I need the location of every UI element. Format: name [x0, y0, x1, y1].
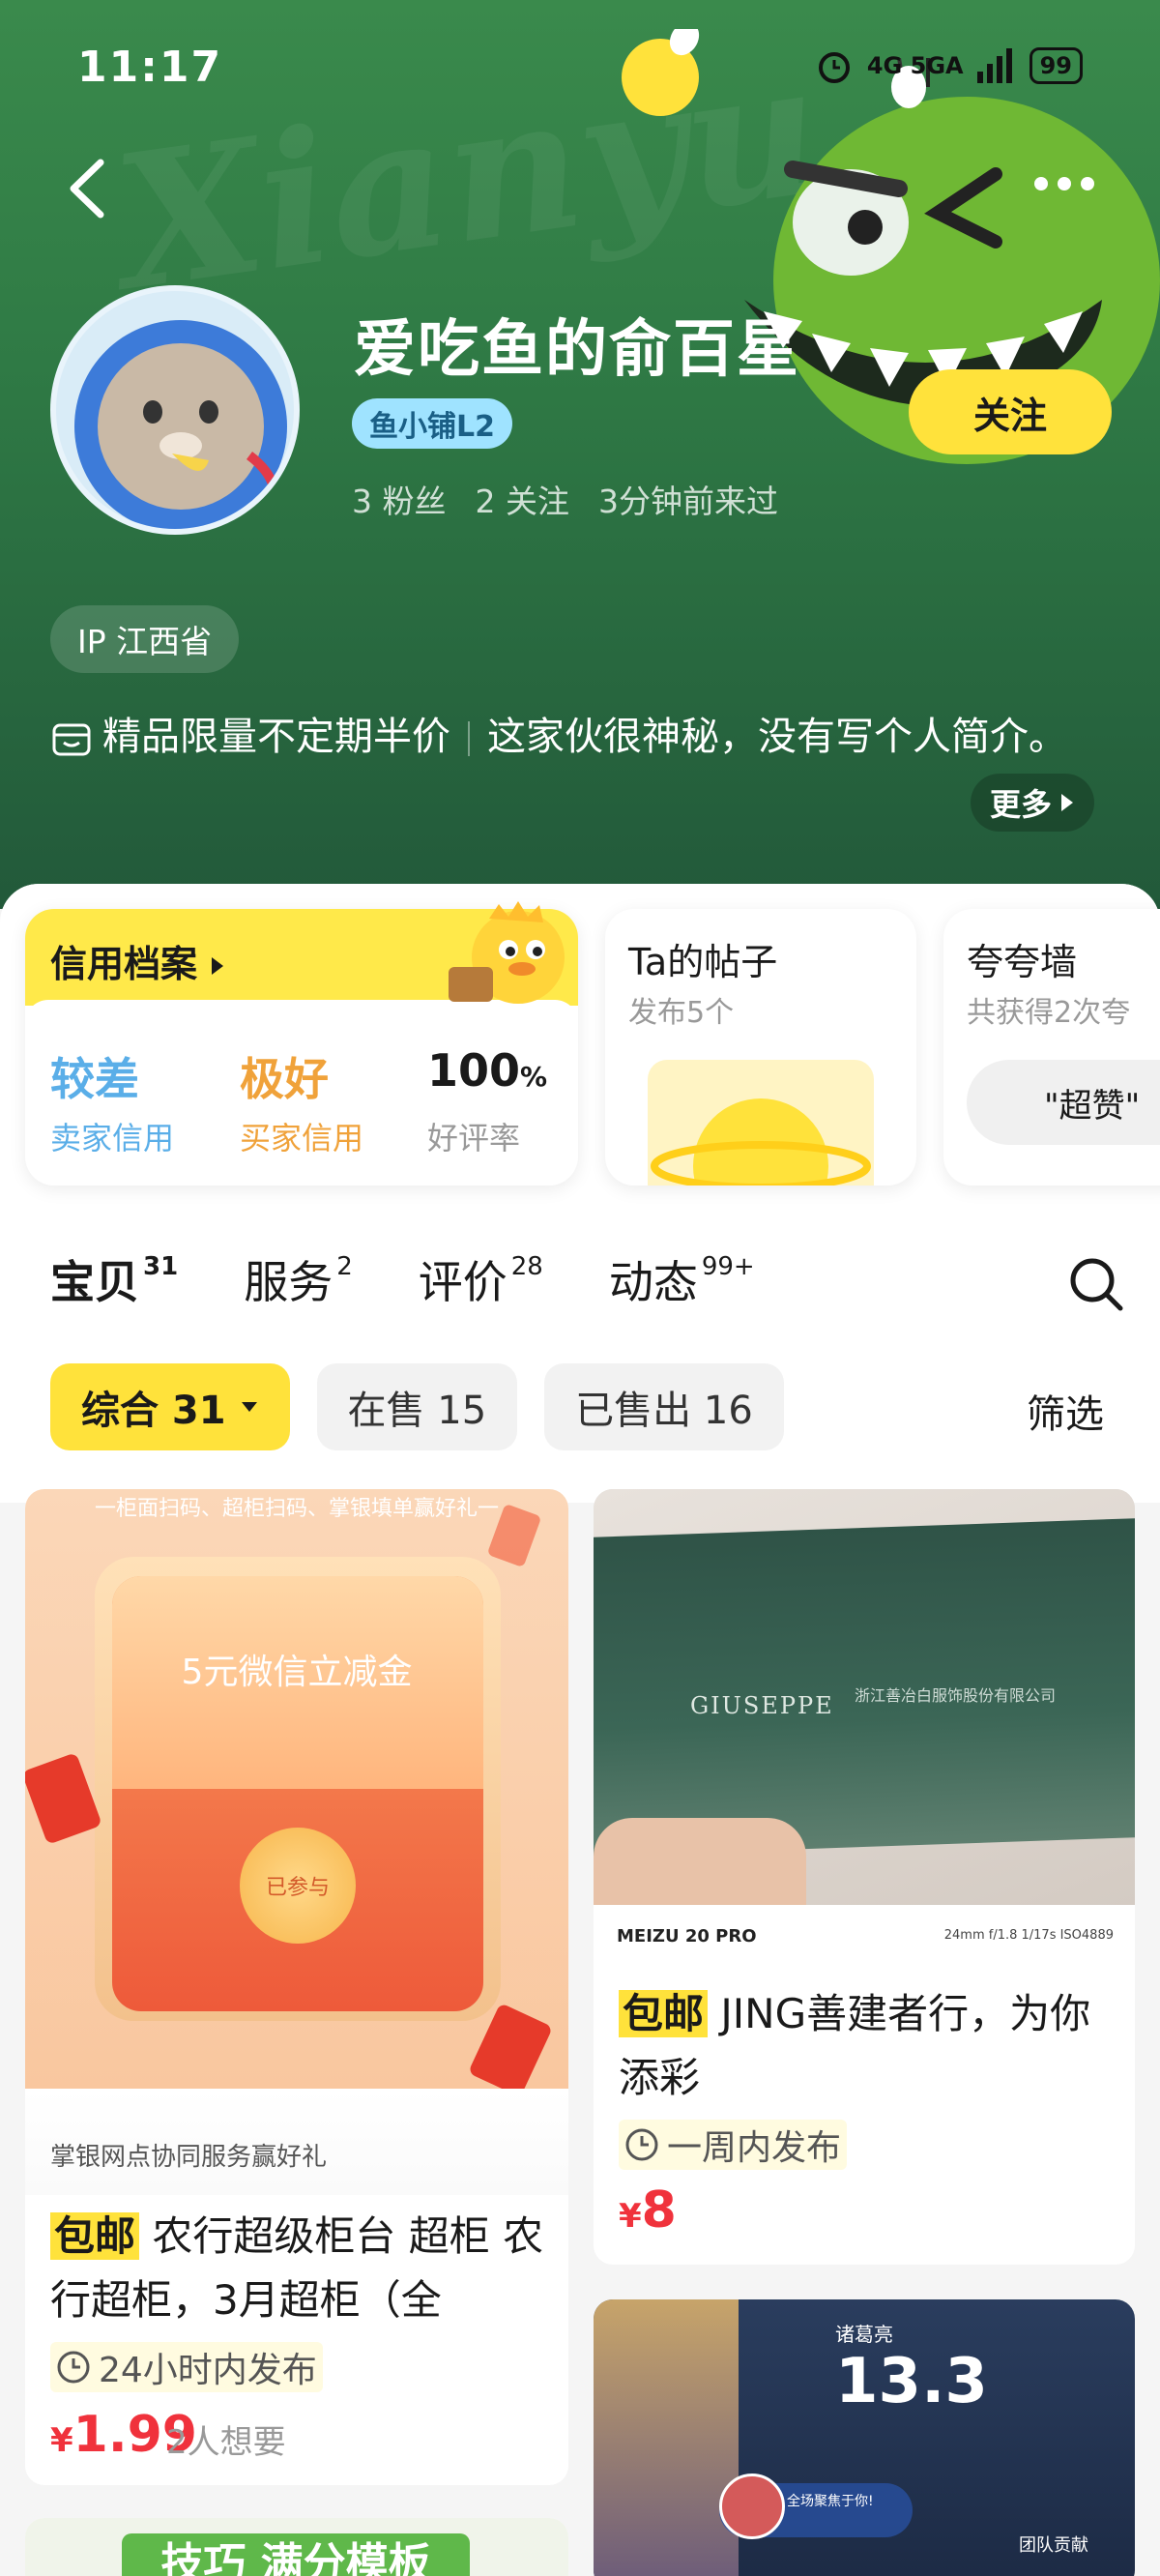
follow-button[interactable]: 关注 [909, 369, 1112, 454]
tab-items[interactable]: 宝贝 31 [50, 1247, 178, 1311]
shop-level-badge[interactable]: 鱼小铺L2 [352, 398, 512, 449]
filter-chips: 综合 31 在售 15 已售出 16 [50, 1363, 784, 1450]
buyer-credit-label: 买家信用 [240, 1120, 364, 1156]
status-icons: 4G 5GA 99 [815, 46, 1083, 85]
profile-tabs: 宝贝 31 服务 2 评价 28 动态 99+ [50, 1247, 755, 1325]
personal-intro: 这家伙很神秘，没有写个人简介。 [487, 715, 1067, 759]
following-count[interactable]: 2 关注 [476, 476, 570, 522]
product-image: 技巧 满分模板 [25, 2518, 568, 2576]
product-card[interactable]: 诸葛亮 13.3 全场聚焦于你! 团队贡献 [594, 2299, 1135, 2576]
banner-bottom-text: 掌银网点协同服务赢好礼 [50, 2143, 328, 2172]
alarm-icon [818, 52, 850, 83]
chick-mascot-icon [449, 901, 565, 1004]
clock-icon [57, 2351, 90, 2384]
game-label: 诸葛亮 [835, 2323, 893, 2346]
shop-badge-label: 鱼小铺L2 [369, 410, 495, 444]
planet-icon [651, 1098, 871, 1186]
ip-location: IP 江西省 [50, 605, 240, 673]
search-icon[interactable] [1067, 1255, 1125, 1313]
last-visit: 3分钟前来过 [598, 483, 778, 520]
tab-reviews[interactable]: 评价 28 [419, 1247, 543, 1311]
user-stats: 3 粉丝 2 关注 3分钟前来过 [352, 476, 778, 522]
buyer-credit-value: 极好 [240, 1053, 329, 1105]
posts-thumbnail [648, 1060, 874, 1186]
more-options-icon[interactable] [1034, 164, 1112, 203]
status-bar: 11:17 4G 5GA 99 [0, 0, 1160, 135]
photo-text: 浙江善冶白服饰股份有限公司 [855, 1686, 1057, 1705]
filter-sold[interactable]: 已售出 16 [544, 1363, 784, 1450]
rating-value: 100% [427, 1044, 548, 1097]
product-card[interactable]: 一柜面扫码、超柜扫码、掌银填单赢好礼一 5元微信立减金 已参与 掌银网点协同服务… [25, 1489, 568, 2485]
caret-right-icon [212, 957, 224, 975]
product-title: 包邮 JING善建者行，为你添彩 [619, 1990, 1091, 2101]
shop-intro: 精品限量不定期半价 [102, 715, 450, 759]
fans-count[interactable]: 3 粉丝 [352, 476, 447, 522]
back-arrow-icon[interactable] [62, 155, 120, 222]
tab-activity[interactable]: 动态 99+ [609, 1247, 755, 1311]
camera-model: MEIZU 20 PRO [617, 1926, 757, 1947]
product-title: 包邮 农行超级柜台 超柜 农行超柜，3月超柜（全 [50, 2212, 544, 2324]
product-price: ¥8 [619, 2181, 677, 2239]
seal-avatar-icon [74, 320, 287, 529]
intro-more-button[interactable]: 更多 [971, 774, 1095, 832]
filter-all[interactable]: 综合 31 [50, 1363, 290, 1450]
banner-top-text: 一柜面扫码、超柜扫码、掌银填单赢好礼一 [94, 1497, 499, 1521]
praise-count: 共获得2次夸 [967, 996, 1131, 1030]
status-time: 11:17 [77, 43, 223, 92]
photo-brand: GIUSEPPE [690, 1692, 834, 1719]
praise-tag: "超赞" [967, 1060, 1160, 1145]
shop-icon [52, 723, 91, 756]
seller-credit-label: 卖家信用 [50, 1120, 175, 1156]
posts-title: Ta的帖子 [628, 941, 778, 983]
avatar[interactable] [50, 285, 300, 535]
user-name: 爱吃鱼的俞百星 [354, 314, 800, 386]
caret-down-icon [241, 1402, 257, 1412]
product-card[interactable]: 技巧 满分模板 [25, 2518, 568, 2576]
rating-label: 好评率 [427, 1120, 521, 1156]
tab-services[interactable]: 服务 2 [244, 1247, 353, 1311]
banner-main-text: 5元微信立减金 [181, 1653, 413, 1692]
credit-title: 信用档案 [50, 934, 225, 987]
seller-credit-value: 较差 [50, 1053, 139, 1105]
posts-card[interactable]: Ta的帖子 发布5个 [605, 909, 916, 1186]
profile-intro: 精品限量不定期半价 这家伙很神秘，没有写个人简介。 [50, 702, 1114, 772]
product-image: 一柜面扫码、超柜扫码、掌银填单赢好礼一 5元微信立减金 已参与 [25, 1489, 568, 2097]
clock-icon [625, 2128, 658, 2161]
product-title-partial: 技巧 满分模板 [122, 2533, 470, 2576]
filter-on-sale[interactable]: 在售 15 [316, 1363, 518, 1450]
team-label: 团队贡献 [1019, 2535, 1088, 2556]
product-time: 24小时内发布 [50, 2342, 323, 2392]
praise-title: 夸夸墙 [967, 941, 1078, 983]
signal-icon [976, 48, 1012, 83]
product-card[interactable]: GIUSEPPE 浙江善冶白服饰股份有限公司 MEIZU 20 PRO 24mm… [594, 1489, 1135, 2265]
camera-info: 24mm f/1.8 1/17s ISO4889 [943, 1928, 1114, 1943]
network-label: 4G 5GA [866, 52, 964, 79]
profile-header: Xianyu 11:17 4G 5GA 99 爱吃鱼的俞百星 鱼小铺L2 3 粉… [0, 0, 1160, 909]
want-count: 2人想要 [166, 2423, 286, 2462]
banner-stamp: 已参与 [240, 1828, 356, 1944]
filter-button[interactable]: 筛选 [1027, 1383, 1104, 1439]
product-image: GIUSEPPE 浙江善冶白服饰股份有限公司 [594, 1489, 1135, 1905]
game-score: 13.3 [835, 2346, 988, 2417]
more-label: 更多 [990, 786, 1053, 823]
product-image: 诸葛亮 13.3 全场聚焦于你! 团队贡献 [594, 2299, 1135, 2576]
caret-right-icon [1061, 794, 1074, 811]
praise-wall-card[interactable]: 夸夸墙 共获得2次夸 "超赞" [943, 909, 1160, 1186]
posts-count: 发布5个 [628, 996, 735, 1030]
product-time: 一周内发布 [619, 2120, 848, 2170]
battery-level: 99 [1029, 47, 1083, 84]
